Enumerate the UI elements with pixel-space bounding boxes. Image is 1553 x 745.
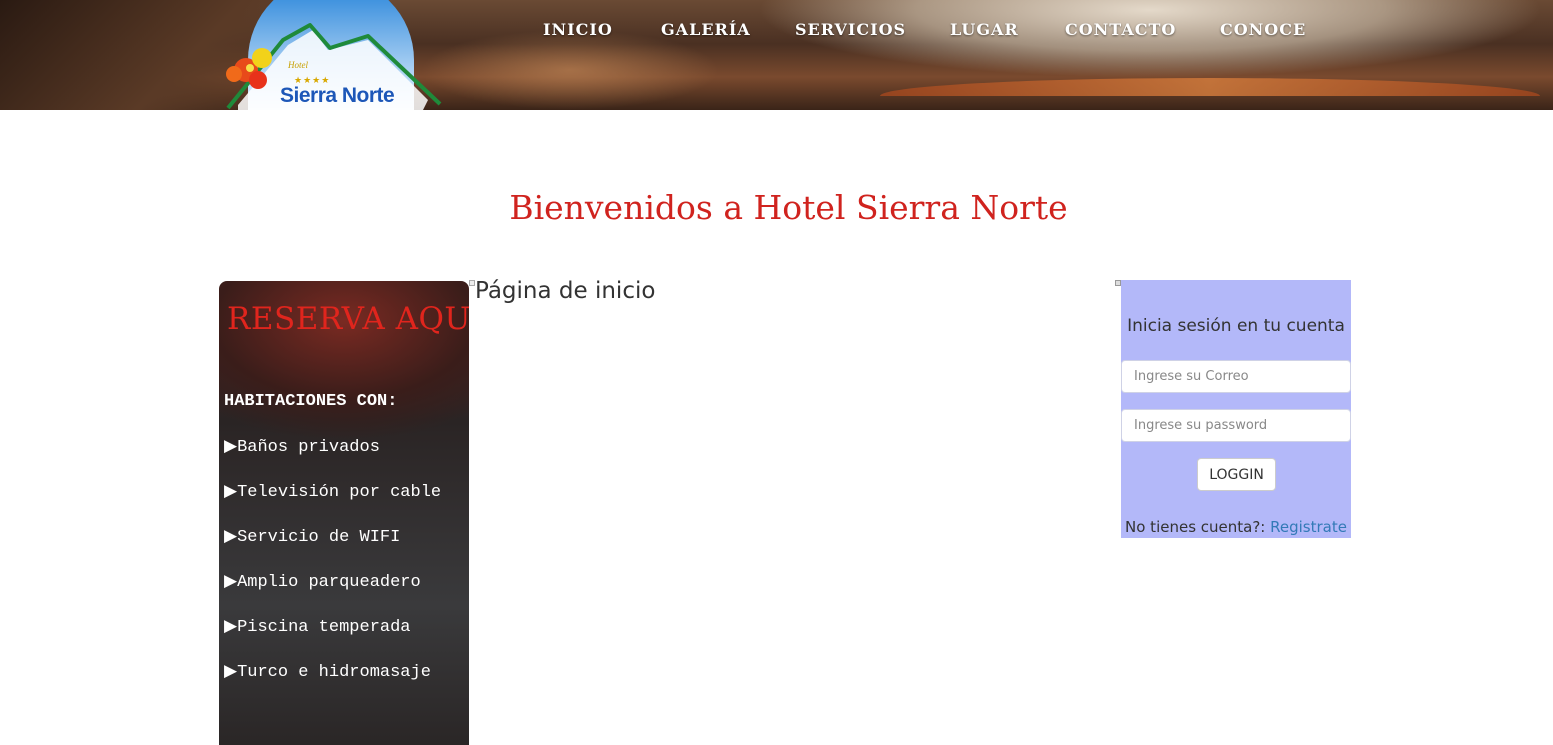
promo-heading: HABITACIONES CON:: [224, 392, 398, 411]
nav-inicio[interactable]: INICIO: [543, 20, 613, 39]
nav-lugar[interactable]: LUGAR: [950, 20, 1019, 39]
promo-item: ▶Baños privados: [224, 438, 380, 457]
welcome-heading: Bienvenidos a Hotel Sierra Norte: [509, 188, 1068, 227]
promo-amenities-list: ▶Baños privados ▶Televisión por cable ▶S…: [224, 436, 469, 706]
nav-conoce[interactable]: CONOCE: [1220, 20, 1306, 39]
nav-servicios[interactable]: SERVICIOS: [795, 20, 906, 39]
password-input[interactable]: [1121, 409, 1351, 442]
banner-lamp: [880, 78, 1540, 96]
login-panel: Inicia sesión en tu cuenta LOGGIN No tie…: [1121, 280, 1351, 538]
promo-item: ▶Amplio parqueadero: [224, 573, 421, 592]
register-prompt: No tienes cuenta?: Registrate: [1121, 518, 1351, 536]
login-button[interactable]: LOGGIN: [1197, 458, 1276, 491]
promo-item: ▶Piscina temperada: [224, 618, 411, 637]
header-banner: Hotel ★★★★ Sierra Norte INICIO GALERÍA S…: [0, 0, 1553, 110]
nav-contacto[interactable]: CONTACTO: [1065, 20, 1176, 39]
logo-text: Sierra Norte: [280, 84, 395, 107]
promo-title[interactable]: RESERVA AQUÍ: [227, 301, 469, 337]
register-link[interactable]: Registrate: [1270, 518, 1347, 536]
nav-galeria[interactable]: GALERÍA: [661, 20, 751, 39]
promo-item: ▶Televisión por cable: [224, 483, 442, 502]
banner-glow: [420, 30, 720, 110]
login-title: Inicia sesión en tu cuenta: [1127, 316, 1345, 336]
register-prompt-text: No tienes cuenta?:: [1125, 518, 1271, 536]
email-input[interactable]: [1121, 360, 1351, 393]
promo-item: ▶Turco e hidromasaje: [224, 663, 431, 682]
logo-small-text: Hotel: [288, 60, 308, 70]
hotel-logo[interactable]: Hotel ★★★★ Sierra Norte: [218, 0, 443, 110]
promo-item: ▶Servicio de WIFI: [224, 528, 401, 547]
reserva-promo-panel[interactable]: RESERVA AQUÍ HABITACIONES CON: ▶Baños pr…: [219, 281, 469, 745]
page-title: Página de inicio: [475, 278, 656, 304]
